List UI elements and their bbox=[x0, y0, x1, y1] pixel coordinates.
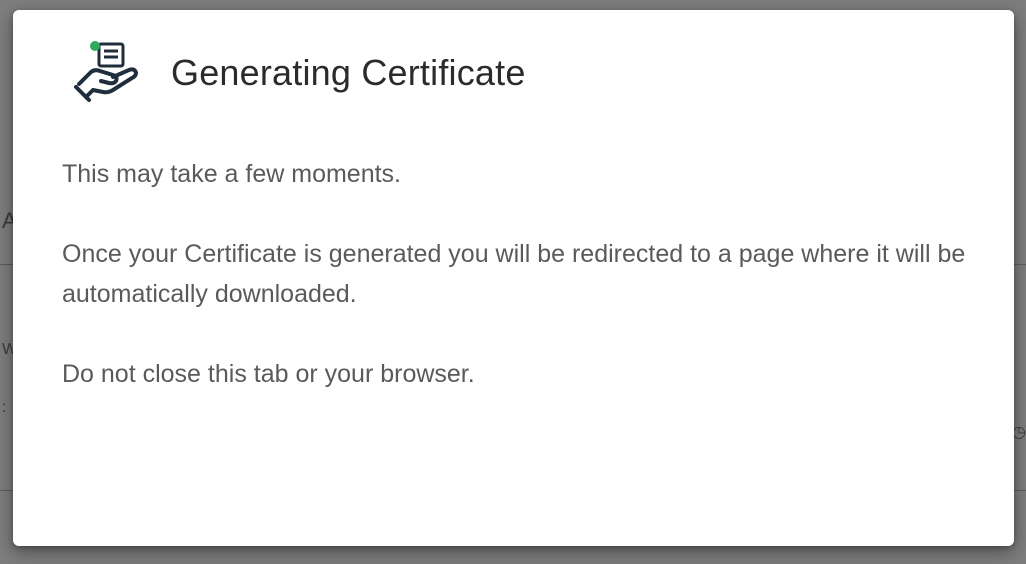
dialog-message: This may take a few moments. Once your C… bbox=[62, 154, 982, 434]
background-icon-fragment: ◷ bbox=[1012, 424, 1026, 441]
dialog-header: Generating Certificate bbox=[73, 40, 526, 106]
dialog-paragraph: Do not close this tab or your browser. bbox=[62, 360, 475, 388]
background-fragment: : bbox=[2, 399, 7, 416]
dialog-paragraph: This may take a few moments. bbox=[62, 160, 402, 188]
generating-certificate-dialog: Generating Certificate This may take a f… bbox=[13, 10, 1014, 546]
certificate-hand-icon bbox=[74, 41, 138, 102]
dialog-title: Generating Certificate bbox=[171, 52, 526, 93]
dialog-paragraph: Once your Certificate is generated you w… bbox=[62, 240, 966, 308]
